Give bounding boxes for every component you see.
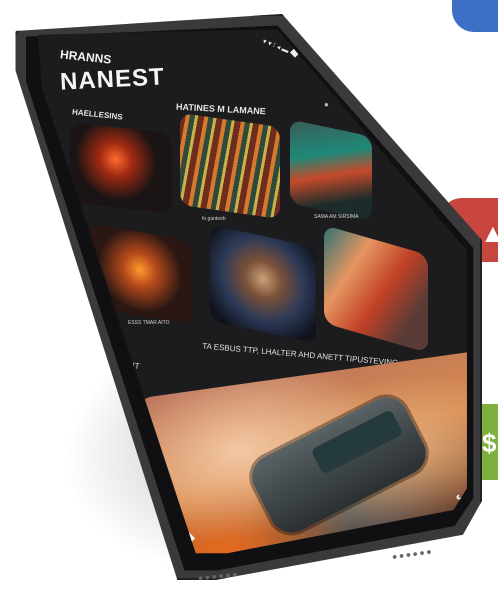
- section-label: HAELLESINS: [71, 107, 124, 122]
- speaker-grill: ••••••: [197, 565, 241, 587]
- app-title: NANEST: [59, 63, 166, 96]
- decorative-blue-shape: [452, 0, 498, 32]
- tile-caption: SAMA AM SIRSIMA: [314, 214, 359, 220]
- gallery-tile-5[interactable]: [210, 224, 316, 344]
- gallery-tile-1[interactable]: [70, 122, 172, 214]
- tile-caption: fo ganteeb: [202, 216, 226, 222]
- gallery-tile-3[interactable]: [290, 119, 372, 221]
- more-icon[interactable]: ●: [324, 100, 329, 109]
- app-kicker: HRANNS: [59, 47, 112, 67]
- tile-caption: ESSS TMAR AITO: [128, 320, 170, 326]
- feature-description: TA ESBUS TTP, LHALTER AHD ANETT TIPUSTEV…: [201, 341, 399, 368]
- gallery-tile-6[interactable]: [324, 225, 428, 353]
- gallery-tile-2[interactable]: [180, 112, 280, 220]
- red-shape-glyph: ▲: [480, 218, 498, 248]
- status-bar: ▾ ▾ ⁝ ◂ ▬: [261, 38, 290, 55]
